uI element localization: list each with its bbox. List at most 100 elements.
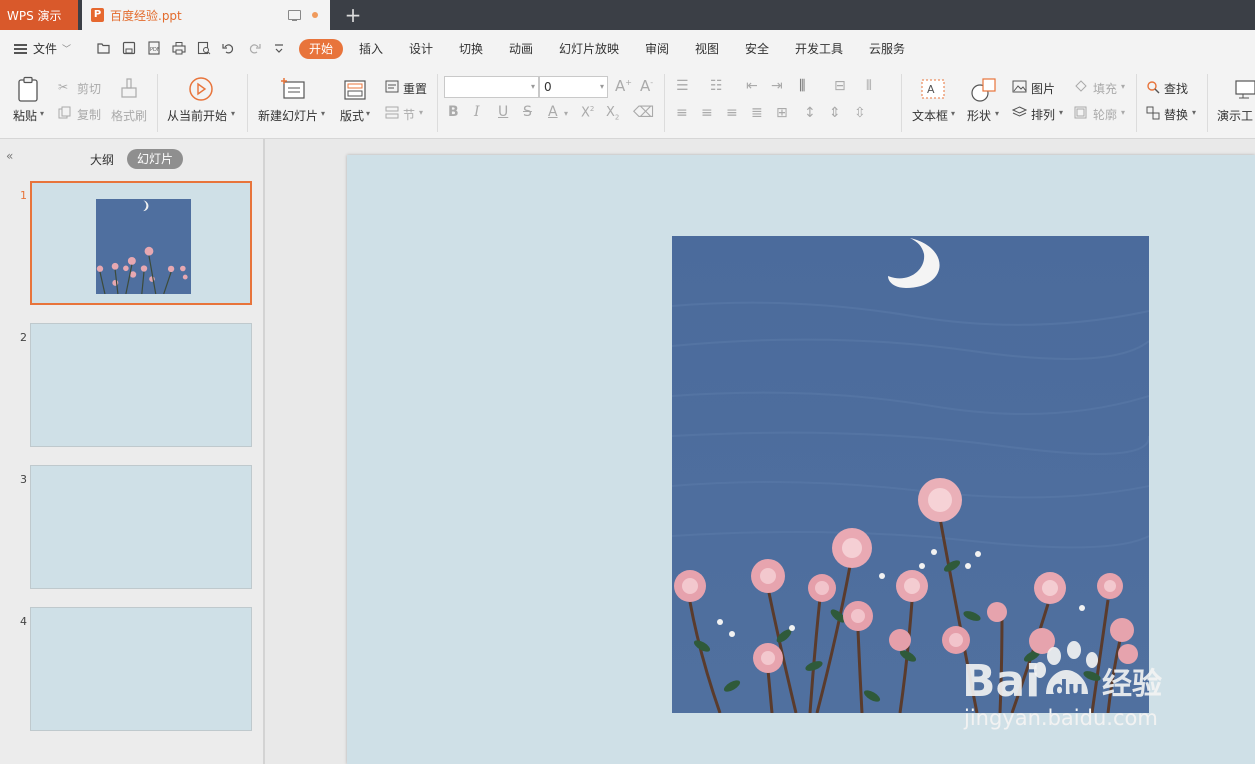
format-painter-icon[interactable] (118, 77, 140, 103)
fill-button[interactable]: 填充 (1093, 80, 1117, 97)
arrange-dropdown-icon[interactable]: ▾ (1059, 108, 1063, 117)
text-box-icon[interactable]: A (920, 78, 946, 100)
align-right-icon[interactable]: ≡ (726, 105, 738, 121)
presentation-tools-button[interactable]: 演示工 (1217, 107, 1253, 124)
tab-design[interactable]: 设计 (409, 40, 433, 57)
paste-dropdown-icon[interactable]: ▾ (40, 109, 44, 118)
align-text-icon[interactable]: ⊟ (834, 78, 846, 94)
arrange-button[interactable]: 排列 (1031, 106, 1055, 123)
decrease-font-size-icon[interactable]: A- (640, 77, 653, 95)
paste-icon[interactable] (16, 76, 42, 104)
strikethrough-icon[interactable]: S (523, 104, 532, 120)
bold-icon[interactable]: B (448, 104, 459, 120)
shape-dropdown-icon[interactable]: ▾ (995, 109, 999, 118)
reset-button[interactable]: 重置 (403, 80, 427, 97)
shapes-icon[interactable] (970, 77, 998, 103)
line-spacing-icon[interactable]: ↕ (804, 105, 816, 121)
bullet-list-icon[interactable]: ☰ (676, 78, 689, 94)
new-slide-button[interactable]: 新建幻灯片 (258, 107, 318, 124)
new-slide-dropdown-icon[interactable]: ▾ (321, 109, 325, 118)
play-from-current-button[interactable]: 从当前开始 (167, 107, 227, 124)
align-center-icon[interactable]: ≡ (701, 105, 713, 121)
picture-button[interactable]: 图片 (1031, 80, 1055, 97)
svg-text:du: du (1052, 677, 1083, 702)
italic-icon[interactable]: I (474, 104, 480, 120)
open-folder-icon[interactable] (97, 41, 111, 55)
tab-insert[interactable]: 插入 (359, 40, 383, 57)
columns-icon[interactable]: ⫴ (866, 78, 872, 94)
new-slide-icon[interactable] (281, 77, 307, 101)
text-direction-icon[interactable]: ⫼ (799, 78, 805, 94)
layout-dropdown-icon[interactable]: ▾ (366, 109, 370, 118)
underline-icon[interactable]: U (498, 104, 508, 120)
tab-animation[interactable]: 动画 (509, 40, 533, 57)
text-box-button[interactable]: 文本框 (912, 107, 948, 124)
presentation-tools-icon[interactable] (1234, 78, 1255, 100)
new-tab-button[interactable]: + (340, 3, 366, 27)
slide-thumbnail-1[interactable] (30, 181, 252, 305)
justify-icon[interactable]: ≣ (751, 105, 763, 121)
font-size-select[interactable]: 0 ▾ (539, 76, 608, 98)
tab-transition[interactable]: 切换 (459, 40, 483, 57)
app-tab-wps[interactable]: WPS 演示 (0, 0, 78, 30)
print-icon[interactable] (172, 41, 186, 55)
replace-button[interactable]: 替换 (1164, 106, 1188, 123)
distribute-icon[interactable]: ⊞ (776, 105, 788, 121)
decrease-indent-icon[interactable]: ⇤ (746, 78, 758, 94)
paragraph-settings-icon[interactable]: ⇳ (854, 105, 866, 121)
format-painter-button[interactable]: 格式刷 (111, 107, 147, 124)
tab-security[interactable]: 安全 (745, 40, 769, 57)
save-icon[interactable] (122, 41, 136, 55)
export-pdf-icon[interactable]: PDF (147, 41, 161, 55)
print-preview-icon[interactable] (197, 41, 211, 55)
tab-review[interactable]: 审阅 (645, 40, 669, 57)
tab-view[interactable]: 视图 (695, 40, 719, 57)
layout-button[interactable]: 版式 (340, 107, 364, 124)
font-color-dropdown-icon[interactable]: ▾ (564, 109, 568, 118)
customize-toolbar-icon[interactable] (272, 41, 286, 55)
font-color-icon[interactable]: A (548, 104, 558, 120)
align-left-icon[interactable]: ≡ (676, 105, 688, 121)
fill-dropdown-icon[interactable]: ▾ (1121, 82, 1125, 91)
monitor-icon[interactable] (288, 10, 301, 21)
text-box-dropdown-icon[interactable]: ▾ (951, 109, 955, 118)
tab-cloud-services[interactable]: 云服务 (869, 40, 905, 57)
file-menu[interactable]: 文件 ﹀ (14, 40, 71, 57)
play-icon[interactable] (188, 76, 214, 102)
paragraph-spacing-icon[interactable]: ⇕ (829, 105, 841, 121)
unsaved-dot-icon (312, 12, 318, 18)
tab-start[interactable]: 开始 (299, 39, 343, 59)
outline-dropdown-icon[interactable]: ▾ (1121, 108, 1125, 117)
font-name-select[interactable]: ▾ (444, 76, 539, 98)
tab-developer-tools[interactable]: 开发工具 (795, 40, 843, 57)
increase-font-size-icon[interactable]: A+ (615, 77, 632, 95)
subscript-icon[interactable]: X2 (606, 105, 619, 122)
tab-slides[interactable]: 幻灯片 (127, 149, 183, 169)
outline-button[interactable]: 轮廓 (1093, 106, 1117, 123)
redo-icon[interactable] (247, 41, 261, 55)
svg-text:经验: 经验 (1102, 667, 1162, 702)
layout-icon[interactable] (343, 79, 367, 101)
increase-indent-icon[interactable]: ⇥ (771, 78, 783, 94)
clear-format-icon[interactable]: ⌫ (633, 103, 654, 121)
slide-thumbnail-2[interactable] (30, 323, 252, 447)
tab-outline[interactable]: 大纲 (90, 151, 114, 168)
shape-button[interactable]: 形状 (967, 107, 991, 124)
play-dropdown-icon[interactable]: ▾ (231, 109, 235, 118)
section-icon (385, 106, 399, 119)
section-dropdown-icon[interactable]: ▾ (419, 108, 423, 117)
paste-button[interactable]: 粘贴 (13, 107, 37, 124)
slide-thumbnail-3[interactable] (30, 465, 252, 589)
numbered-list-icon[interactable]: ☷ (710, 78, 723, 94)
undo-icon[interactable] (222, 41, 236, 55)
replace-dropdown-icon[interactable]: ▾ (1192, 108, 1196, 117)
cut-button[interactable]: 剪切 (77, 80, 101, 97)
document-tab[interactable]: P 百度经验.ppt (82, 0, 330, 30)
slide-thumbnail-4[interactable] (30, 607, 252, 731)
copy-button[interactable]: 复制 (77, 106, 101, 123)
collapse-pane-icon[interactable]: « (6, 149, 13, 163)
section-button[interactable]: 节 (403, 106, 415, 123)
tab-slideshow[interactable]: 幻灯片放映 (559, 40, 619, 57)
superscript-icon[interactable]: X2 (581, 105, 594, 120)
find-button[interactable]: 查找 (1164, 80, 1188, 97)
